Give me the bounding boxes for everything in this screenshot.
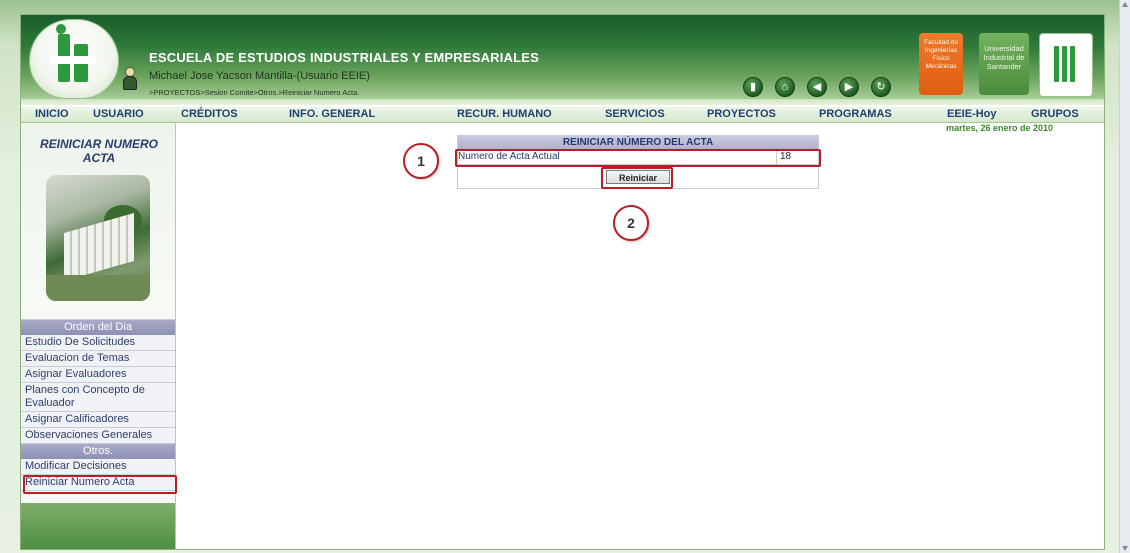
uis-logo-stroke <box>1070 46 1075 82</box>
sidebar-menu: Orden del Dia Estudio De Solicitudes Eva… <box>21 319 175 491</box>
uis-logo-stroke <box>1054 46 1059 82</box>
page-background: ESCUELA DE ESTUDIOS INDUSTRIALES Y EMPRE… <box>0 0 1119 553</box>
logo-stripe <box>50 56 96 64</box>
faculty-badge[interactable]: Facultad de Ingenierías Físico Mecánicas <box>919 33 963 95</box>
photo-building <box>64 212 134 282</box>
user-name: Michael Jose Yacson Mantilla-(Usuario EE… <box>149 70 370 82</box>
menu-item-modificar-decisiones[interactable]: Modificar Decisiones <box>21 459 175 475</box>
highlight-act-number-row <box>455 149 821 167</box>
panel-title: REINICIAR NÚMERO DEL ACTA <box>458 136 818 149</box>
header-banner: ESCUELA DE ESTUDIOS INDUSTRIALES Y EMPRE… <box>21 15 1104 105</box>
eeie-logo <box>29 19 119 99</box>
logo-dot <box>56 24 66 34</box>
menu-item-evaluacion-temas[interactable]: Evaluacion de Temas <box>21 351 175 367</box>
breadcrumb: >PROYECTOS>Sesion Comite>Otros.>Reinicia… <box>149 88 360 97</box>
menu-item-estudio-solicitudes[interactable]: Estudio De Solicitudes <box>21 335 175 351</box>
uis-logo[interactable] <box>1039 33 1093 97</box>
menu-item-asignar-evaluadores[interactable]: Asignar Evaluadores <box>21 367 175 383</box>
nav-usuario[interactable]: USUARIO <box>93 108 144 120</box>
nav-inicio[interactable]: INICIO <box>35 108 69 120</box>
nav-grupos[interactable]: GRUPOS <box>1031 108 1079 120</box>
nav-eeie-hoy[interactable]: EEIE-Hoy <box>947 108 997 120</box>
menu-heading-orden-del-dia: Orden del Dia <box>21 320 175 335</box>
menu-heading-otros: Otros. <box>21 444 175 459</box>
scroll-down-icon[interactable] <box>1122 546 1128 551</box>
menu-item-asignar-calificadores[interactable]: Asignar Calificadores <box>21 412 175 428</box>
highlight-reiniciar-button <box>601 167 673 189</box>
door-icon[interactable]: ▮ <box>743 77 763 97</box>
user-icon-body <box>123 76 137 90</box>
nav-programas[interactable]: PROGRAMAS <box>819 108 892 120</box>
sidebar-header: REINICIAR NUMERO ACTA <box>21 123 175 319</box>
annotation-marker-1: 1 <box>403 143 439 179</box>
annotation-marker-2: 2 <box>613 205 649 241</box>
school-name: ESCUELA DE ESTUDIOS INDUSTRIALES Y EMPRE… <box>149 50 540 65</box>
current-date: martes, 26 enero de 2010 <box>946 123 1054 133</box>
menu-item-observaciones[interactable]: Observaciones Generales <box>21 428 175 444</box>
sidebar-footer <box>21 503 175 549</box>
back-arrow-icon[interactable]: ◀ <box>807 77 827 97</box>
nav-recur-humano[interactable]: RECUR. HUMANO <box>457 108 552 120</box>
uis-logo-stroke <box>1062 46 1067 82</box>
building-photo <box>46 175 150 301</box>
main-nav: INICIO USUARIO CRÉDITOS INFO. GENERAL RE… <box>21 107 1104 123</box>
highlight-menu-reiniciar <box>23 475 177 494</box>
university-badge[interactable]: Universidad Industrial de Santander <box>979 33 1029 95</box>
section-title: REINICIAR NUMERO ACTA <box>39 137 158 165</box>
home-icon[interactable]: ⌂ <box>775 77 795 97</box>
nav-servicios[interactable]: SERVICIOS <box>605 108 665 120</box>
vertical-scrollbar[interactable] <box>1119 0 1130 553</box>
user-icon <box>123 67 137 90</box>
menu-item-planes-concepto[interactable]: Planes con Concepto de Evaluador <box>21 383 175 412</box>
forward-arrow-icon[interactable]: ▶ <box>839 77 859 97</box>
nav-proyectos[interactable]: PROYECTOS <box>707 108 776 120</box>
photo-ground <box>46 275 150 301</box>
nav-creditos[interactable]: CRÉDITOS <box>181 108 238 120</box>
app-frame: ESCUELA DE ESTUDIOS INDUSTRIALES Y EMPRE… <box>20 14 1105 550</box>
nav-info-general[interactable]: INFO. GENERAL <box>289 108 375 120</box>
scroll-up-icon[interactable] <box>1122 2 1128 7</box>
refresh-icon[interactable]: ↻ <box>871 77 891 97</box>
